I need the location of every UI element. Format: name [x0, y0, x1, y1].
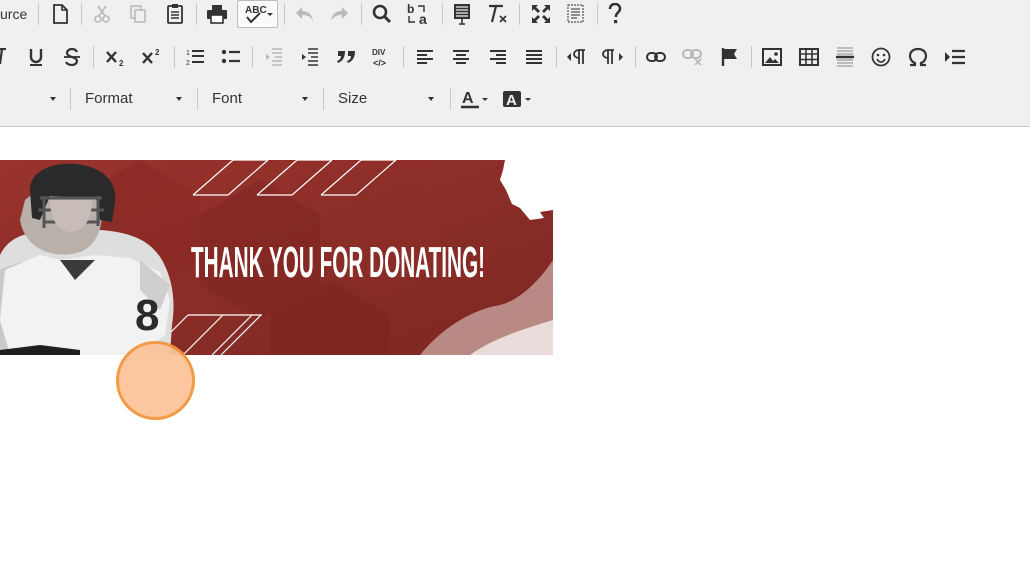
- strikethrough-icon[interactable]: [60, 45, 84, 69]
- align-left-icon[interactable]: [413, 45, 437, 69]
- numbered-list-icon[interactable]: 12: [183, 45, 207, 69]
- toolbar-separator: [196, 3, 197, 25]
- banner-headline: THANK YOU FOR DONATING!: [191, 238, 485, 287]
- toolbar-separator: [81, 3, 82, 25]
- jersey-number: 8: [135, 291, 159, 340]
- page-break-icon[interactable]: [943, 45, 967, 69]
- maximize-icon[interactable]: [529, 2, 553, 26]
- undo-icon[interactable]: [292, 2, 316, 26]
- background-color-button[interactable]: A: [500, 86, 534, 112]
- blockquote-icon[interactable]: [334, 45, 358, 69]
- find-icon[interactable]: [370, 2, 394, 26]
- toolbar-separator: [450, 88, 451, 110]
- format-dropdown-label: Format: [85, 90, 133, 107]
- create-div-icon[interactable]: DIV </>: [370, 44, 394, 70]
- donation-banner-image[interactable]: 8 THANK YOU FOR DONATING!: [0, 160, 553, 355]
- smiley-icon[interactable]: [869, 45, 893, 69]
- bulleted-list-icon[interactable]: [219, 45, 243, 69]
- toolbar-separator: [323, 88, 324, 110]
- redo-icon[interactable]: [328, 2, 352, 26]
- image-icon[interactable]: [760, 45, 784, 69]
- increase-indent-icon[interactable]: [297, 45, 321, 69]
- chevron-down-icon: [176, 97, 182, 101]
- cut-icon[interactable]: [90, 2, 114, 26]
- font-dropdown[interactable]: Font: [212, 88, 312, 110]
- text-color-icon: A: [462, 90, 474, 107]
- special-char-omega-icon[interactable]: [906, 45, 930, 69]
- format-dropdown[interactable]: Format: [85, 88, 185, 110]
- toolbar-separator: [597, 3, 598, 25]
- new-page-icon[interactable]: [48, 2, 72, 26]
- show-blocks-icon[interactable]: [564, 2, 588, 26]
- spellcheck-button[interactable]: ABC: [237, 0, 278, 28]
- svg-text:DIV: DIV: [372, 48, 386, 57]
- print-icon[interactable]: [205, 2, 229, 26]
- decrease-indent-icon[interactable]: [261, 45, 285, 69]
- replace-icon[interactable]: ba: [405, 1, 433, 27]
- toolbar-separator: [284, 3, 285, 25]
- svg-text:2: 2: [155, 48, 160, 57]
- table-icon[interactable]: [797, 45, 821, 69]
- remove-format-icon[interactable]: [485, 2, 509, 26]
- toolbar-separator: [635, 46, 636, 68]
- styles-caret-icon[interactable]: [50, 97, 56, 101]
- toolbar-separator: [70, 88, 71, 110]
- align-right-icon[interactable]: [486, 45, 510, 69]
- background-color-icon: A: [506, 92, 517, 109]
- svg-text:1: 1: [186, 50, 190, 57]
- paste-icon[interactable]: [163, 2, 187, 26]
- chevron-down-icon: [428, 97, 434, 101]
- toolbar-separator: [252, 46, 253, 68]
- superscript-icon[interactable]: 2: [139, 45, 165, 69]
- horizontal-line-icon[interactable]: [833, 44, 857, 70]
- svg-text:2: 2: [186, 60, 190, 67]
- help-icon[interactable]: [603, 2, 627, 26]
- copy-icon[interactable]: [126, 2, 150, 26]
- underline-icon[interactable]: [24, 45, 48, 69]
- anchor-flag-icon[interactable]: [718, 45, 742, 69]
- font-dropdown-label: Font: [212, 90, 243, 107]
- toolbar-separator: [556, 46, 557, 68]
- editor-app: urce ABC b a 2 2 1 2 DIV </> Format Font…: [0, 0, 1030, 576]
- italic-icon[interactable]: [0, 45, 8, 69]
- link-icon[interactable]: [644, 45, 668, 69]
- select-all-icon[interactable]: [450, 2, 474, 26]
- chevron-down-icon: [302, 97, 308, 101]
- text-color-button[interactable]: A: [459, 86, 491, 112]
- size-dropdown[interactable]: Size: [338, 88, 438, 110]
- toolbar-separator: [361, 3, 362, 25]
- toolbar-separator: [174, 46, 175, 68]
- size-dropdown-label: Size: [338, 90, 368, 107]
- toolbar-separator: [751, 46, 752, 68]
- svg-text:2: 2: [119, 59, 124, 67]
- subscript-icon[interactable]: 2: [103, 45, 129, 69]
- toolbar-separator: [197, 88, 198, 110]
- svg-text:a: a: [419, 11, 427, 26]
- align-center-icon[interactable]: [449, 45, 473, 69]
- unlink-icon[interactable]: [681, 45, 705, 69]
- svg-text:b: b: [407, 2, 414, 16]
- toolbar-separator: [93, 46, 94, 68]
- toolbar-separator: [442, 3, 443, 25]
- editor-toolbar: urce ABC b a 2 2 1 2 DIV </> Format Font…: [0, 0, 1030, 127]
- text-direction-ltr-icon[interactable]: [565, 45, 589, 69]
- toolbar-separator: [403, 46, 404, 68]
- toolbar-separator: [38, 3, 39, 25]
- justify-icon[interactable]: [522, 45, 546, 69]
- click-indicator-marker: [116, 341, 195, 420]
- text-direction-rtl-icon[interactable]: [601, 45, 625, 69]
- source-button-label[interactable]: urce: [0, 4, 27, 24]
- toolbar-separator: [519, 3, 520, 25]
- spellcheck-icon: ABC: [245, 5, 267, 16]
- svg-text:</>: </>: [373, 58, 386, 68]
